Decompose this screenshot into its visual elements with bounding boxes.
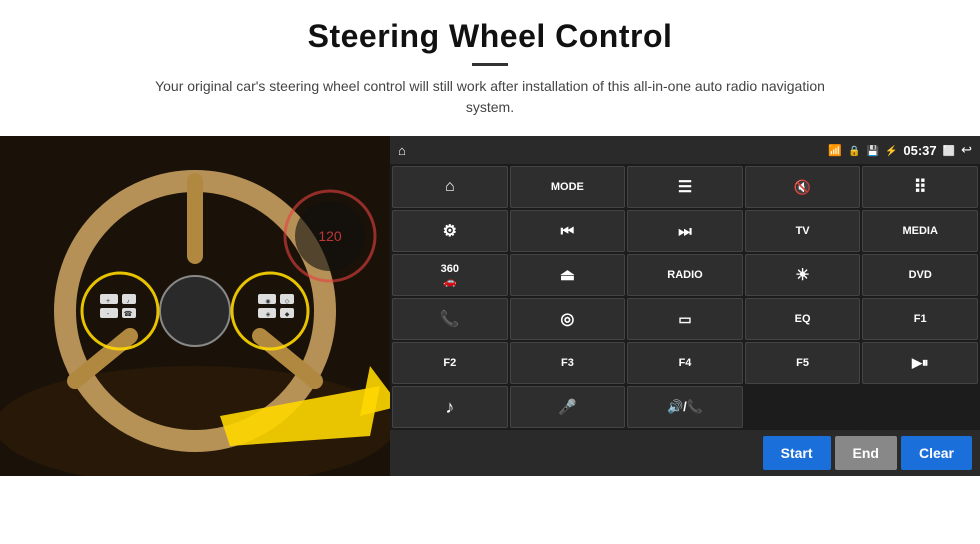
btn-home[interactable]: [392, 166, 508, 208]
btn-music[interactable]: ♪: [392, 386, 508, 428]
lock-icon: [848, 143, 860, 157]
svg-text:♪: ♪: [127, 299, 130, 305]
btn-radio[interactable]: RADIO: [627, 254, 743, 296]
page-title: Steering Wheel Control: [40, 18, 940, 55]
android-panel: ⌂ 05:37 ↩ MODE: [390, 136, 980, 476]
btn-tv[interactable]: TV: [745, 210, 861, 252]
status-bar: ⌂ 05:37 ↩: [390, 136, 980, 164]
btn-brightness[interactable]: ☀: [745, 254, 861, 296]
svg-text:120: 120: [318, 228, 342, 244]
wifi-icon: [828, 143, 842, 157]
btn-media[interactable]: MEDIA: [862, 210, 978, 252]
status-time: 05:37: [903, 143, 936, 158]
svg-text:☎: ☎: [124, 310, 133, 318]
btn-prev[interactable]: ⏮: [510, 210, 626, 252]
steering-wheel-image: + - ♪ ☎ ◉ ◈ ◇ ◆ 120: [0, 136, 390, 476]
btn-phone[interactable]: 📞: [392, 298, 508, 340]
btn-menu[interactable]: [627, 166, 743, 208]
status-left: ⌂: [398, 143, 406, 158]
btn-playpause[interactable]: ▶⏸: [862, 342, 978, 384]
svg-text:◈: ◈: [266, 312, 271, 318]
btn-mic[interactable]: 🎤: [510, 386, 626, 428]
btn-window[interactable]: ▭: [627, 298, 743, 340]
btn-f5[interactable]: F5: [745, 342, 861, 384]
btn-f4[interactable]: F4: [627, 342, 743, 384]
btn-empty1: [745, 386, 861, 428]
svg-text:◉: ◉: [265, 299, 270, 305]
btn-mode[interactable]: MODE: [510, 166, 626, 208]
content-area: + - ♪ ☎ ◉ ◈ ◇ ◆ 120: [0, 136, 980, 544]
sd-icon: [866, 143, 878, 157]
title-divider: [472, 63, 508, 66]
btn-mute[interactable]: [745, 166, 861, 208]
bt-icon: [885, 143, 897, 157]
button-grid: MODE ⏮ ⏭ TV MEDIA 360🚗 ⏏ RADIO ☀ DVD 📞 ◎: [390, 164, 980, 430]
svg-text:◆: ◆: [285, 312, 290, 318]
btn-eq[interactable]: EQ: [745, 298, 861, 340]
start-button[interactable]: Start: [763, 436, 831, 470]
btn-f3[interactable]: F3: [510, 342, 626, 384]
svg-text:+: +: [106, 298, 110, 305]
status-right: 05:37 ↩: [828, 142, 972, 158]
btn-dvd[interactable]: DVD: [862, 254, 978, 296]
btn-f2[interactable]: F2: [392, 342, 508, 384]
btn-globe[interactable]: ◎: [510, 298, 626, 340]
btn-settings[interactable]: [392, 210, 508, 252]
bottom-bar: Start End Clear: [390, 430, 980, 476]
btn-empty2: [862, 386, 978, 428]
btn-f1[interactable]: F1: [862, 298, 978, 340]
page-subtitle: Your original car's steering wheel contr…: [130, 76, 850, 118]
page: Steering Wheel Control Your original car…: [0, 0, 980, 544]
header-section: Steering Wheel Control Your original car…: [0, 0, 980, 136]
svg-text:◇: ◇: [285, 299, 290, 305]
btn-car360[interactable]: 360🚗: [392, 254, 508, 296]
screen-icon: [943, 143, 955, 157]
btn-vol[interactable]: 🔊/📞: [627, 386, 743, 428]
btn-eject[interactable]: ⏏: [510, 254, 626, 296]
btn-apps[interactable]: [862, 166, 978, 208]
end-button[interactable]: End: [835, 436, 897, 470]
btn-next[interactable]: ⏭: [627, 210, 743, 252]
clear-button[interactable]: Clear: [901, 436, 972, 470]
